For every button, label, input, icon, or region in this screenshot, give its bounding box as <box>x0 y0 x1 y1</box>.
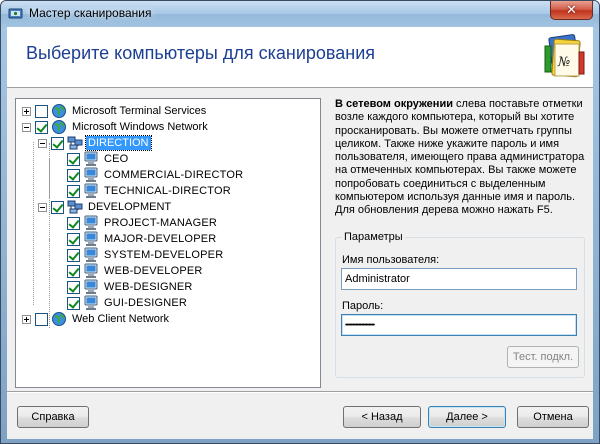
globe-icon <box>51 103 67 119</box>
wizard-header: Выберите компьютеры для сканирования № <box>7 27 593 88</box>
username-label: Имя пользователя: <box>342 254 440 266</box>
tree-node-checkbox[interactable] <box>67 152 80 166</box>
tree-node-label: GUI-DESIGNER <box>104 297 188 309</box>
tree-node-label: WEB-DESIGNER <box>104 281 193 293</box>
next-button[interactable]: Далее > <box>428 406 506 428</box>
collapse-icon[interactable] <box>38 138 47 148</box>
tree-node[interactable]: WEB-DESIGNER <box>54 279 195 295</box>
tree-node-label: Web Client Network <box>72 313 169 325</box>
tree-node-label: Microsoft Terminal Services <box>72 105 207 117</box>
computer-icon <box>83 247 99 263</box>
computer-icon <box>83 183 99 199</box>
globe-icon <box>51 311 67 327</box>
tree-node[interactable]: TECHNICAL-DIRECTOR <box>54 183 233 199</box>
tree-node-checkbox[interactable] <box>67 264 80 278</box>
tree-node-label: DEVELOPMENT <box>88 201 172 213</box>
instructions-text: В сетевом окружении слева поставьте отме… <box>335 98 585 218</box>
tree-node[interactable]: Microsoft Windows Network <box>22 119 210 135</box>
tree-node-checkbox[interactable] <box>35 312 48 326</box>
tree-node-checkbox[interactable] <box>67 248 80 262</box>
back-button[interactable]: < Назад <box>343 406 421 428</box>
collapse-icon[interactable] <box>22 122 31 132</box>
cancel-button[interactable]: Отмена <box>517 406 589 428</box>
footer-separator <box>7 391 593 393</box>
test-connection-button[interactable]: Тест. подкл. <box>507 346 579 368</box>
tree-node[interactable]: Microsoft Terminal Services <box>22 103 208 119</box>
tree-node-checkbox[interactable] <box>35 104 48 118</box>
next-button-label: Далее > <box>446 411 488 423</box>
tree-node-checkbox[interactable] <box>67 232 80 246</box>
tree-node-checkbox[interactable] <box>67 296 80 310</box>
close-icon: ✕ <box>566 2 577 18</box>
computer-icon <box>83 263 99 279</box>
computer-icon <box>83 279 99 295</box>
tree-node-checkbox[interactable] <box>67 216 80 230</box>
wizard-notes-icon: № <box>544 34 585 78</box>
tree-node-checkbox[interactable] <box>51 200 64 214</box>
tree-node[interactable]: GUI-DESIGNER <box>54 295 189 311</box>
back-button-label: < Назад <box>361 411 403 423</box>
tree-node[interactable]: DIRECTION <box>38 135 152 151</box>
tree-node[interactable]: COMMERCIAL-DIRECTOR <box>54 167 245 183</box>
password-input[interactable] <box>341 314 577 336</box>
close-button[interactable]: ✕ <box>550 1 593 20</box>
computer-icon <box>83 295 99 311</box>
tree-node-label: PROJECT-MANAGER <box>104 217 218 229</box>
svg-text:№: № <box>557 55 570 70</box>
tree-node[interactable]: DEVELOPMENT <box>38 199 173 215</box>
tree-node-label: Microsoft Windows Network <box>72 121 208 133</box>
computer-icon <box>83 215 99 231</box>
tree-node-checkbox[interactable] <box>67 168 80 182</box>
tree-node[interactable]: PROJECT-MANAGER <box>54 215 219 231</box>
parameters-legend: Параметры <box>342 231 405 243</box>
instructions-body: слева поставьте отметки возле каждого ко… <box>335 98 585 217</box>
network-tree[interactable]: Microsoft Terminal Services Microsoft Win… <box>15 98 321 388</box>
tree-node-label: TECHNICAL-DIRECTOR <box>104 185 231 197</box>
wizard-client-area: Выберите компьютеры для сканирования № M… <box>7 27 593 439</box>
window-title: Мастер сканирования <box>29 6 152 20</box>
page-title: Выберите компьютеры для сканирования <box>26 43 376 63</box>
tree-node-label: COMMERCIAL-DIRECTOR <box>104 169 244 181</box>
workgroup-icon <box>67 135 83 151</box>
password-label: Пароль: <box>342 300 384 312</box>
collapse-icon[interactable] <box>38 202 47 212</box>
tree-node[interactable]: Web Client Network <box>22 311 171 327</box>
title-bar[interactable]: Мастер сканирования ✕ <box>1 1 599 27</box>
parameters-group: Параметры Имя пользователя: Пароль: Тест… <box>335 231 585 378</box>
expand-icon[interactable] <box>22 314 31 324</box>
workgroup-icon <box>67 199 83 215</box>
tree-node-checkbox[interactable] <box>67 184 80 198</box>
globe-icon <box>51 119 67 135</box>
cancel-button-label: Отмена <box>533 411 573 423</box>
computer-icon <box>83 231 99 247</box>
computer-icon <box>83 167 99 183</box>
tree-node-checkbox[interactable] <box>51 136 64 150</box>
tree-node-label: DIRECTION <box>85 135 152 151</box>
tree-node-label: MAJOR-DEVELOPER <box>104 233 217 245</box>
tree-node[interactable]: SYSTEM-DEVELOPER <box>54 247 225 263</box>
computer-icon <box>83 151 99 167</box>
tree-node-label: CEO <box>104 153 129 165</box>
wizard-window: Мастер сканирования ✕ Выберите компьютер… <box>0 0 600 444</box>
scanner-app-icon <box>8 8 23 19</box>
tree-node[interactable]: CEO <box>54 151 130 167</box>
help-button-label: Справка <box>31 411 75 423</box>
tree-node-label: SYSTEM-DEVELOPER <box>104 249 224 261</box>
expand-icon[interactable] <box>22 106 31 116</box>
help-button[interactable]: Справка <box>17 406 89 428</box>
tree-node[interactable]: WEB-DEVELOPER <box>54 263 205 279</box>
instructions-bold: В сетевом окружении <box>335 98 453 110</box>
tree-node-checkbox[interactable] <box>67 280 80 294</box>
tree-node-checkbox[interactable] <box>35 120 48 134</box>
tree-node-label: WEB-DEVELOPER <box>104 265 203 277</box>
username-input[interactable] <box>341 268 577 290</box>
tree-node[interactable]: MAJOR-DEVELOPER <box>54 231 218 247</box>
